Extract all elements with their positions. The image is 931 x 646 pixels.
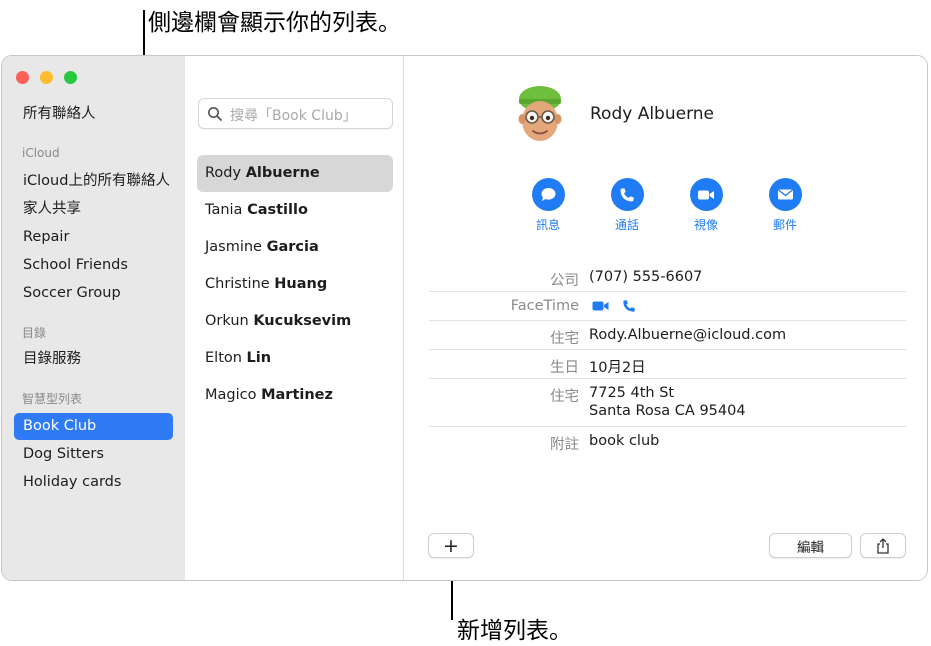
video-button[interactable]: 視像 [681,178,731,233]
sidebar-item-all-contacts[interactable]: 所有聯絡人 [14,101,173,128]
sidebar-item-directory-services[interactable]: 目錄服務 [14,346,173,373]
video-icon [698,190,714,199]
field-value-email[interactable]: Rody.Albuerne@icloud.com [589,327,786,343]
search-placeholder: 搜尋「Book Club」 [230,108,357,124]
message-button[interactable]: 訊息 [523,178,573,233]
call-label: 通話 [614,218,639,232]
contact-row[interactable]: Jasmine Garcia [197,229,393,266]
contact-detail-pane: Rody Albuerne 訊息 通話 視像 郵件 公司 (707) 555-6… [405,56,927,580]
zoom-window-button[interactable] [64,71,77,84]
field-label-note: 附註 [550,437,579,453]
field-value-note: book club [589,433,660,449]
divider [429,426,906,427]
contact-row[interactable]: Elton Lin [197,340,393,377]
close-window-button[interactable] [16,71,29,84]
contact-row[interactable]: Tania Castillo [197,192,393,229]
sidebar-item-holiday-cards[interactable]: Holiday cards [14,469,173,496]
sidebar-item-icloud-all[interactable]: iCloud上的所有聯絡人 [14,168,173,195]
field-label-home-email: 住宅 [550,331,579,347]
facetime-audio-icon[interactable] [622,299,636,313]
divider [429,349,906,350]
field-value-phone[interactable]: (707) 555-6607 [589,269,702,285]
minimize-window-button[interactable] [40,71,53,84]
field-label-birthday: 生日 [550,360,579,376]
avatar[interactable] [513,85,567,145]
call-button[interactable]: 通話 [602,178,652,233]
edit-button[interactable]: 編輯 [769,533,852,558]
contact-row[interactable]: Magico Martinez [197,377,393,414]
sidebar-header-directory: 目錄 [22,326,47,340]
divider [429,291,906,292]
contact-list-pane: 搜尋「Book Club」 Rody Albuerne Tania Castil… [185,56,404,580]
phone-icon [620,188,634,201]
sidebar-item-dog-sitters[interactable]: Dog Sitters [14,441,173,468]
mail-button[interactable]: 郵件 [760,178,810,233]
contact-row[interactable]: Orkun Kucuksevim [197,303,393,340]
facetime-video-icon[interactable] [591,299,610,313]
message-label: 訊息 [535,218,560,232]
sidebar-item-soccer-group[interactable]: Soccer Group [14,280,173,307]
field-label-company: 公司 [550,273,579,289]
sidebar-item-family-sharing[interactable]: 家人共享 [14,196,173,223]
sidebar-item-book-club[interactable]: Book Club [14,413,173,440]
sidebar-header-icloud: iCloud [22,146,60,160]
mail-label: 郵件 [772,218,797,232]
contacts-window: 所有聯絡人 iCloud iCloud上的所有聯絡人 家人共享 Repair S… [1,55,928,581]
add-list-callout: 新增列表。 [457,618,572,644]
contact-row[interactable]: Christine Huang [197,266,393,303]
contact-name: Rody Albuerne [590,104,715,124]
divider [429,320,906,321]
search-icon [208,107,222,121]
sidebar-item-school-friends[interactable]: School Friends [14,252,173,279]
sidebar-header-smart-lists: 智慧型列表 [22,392,83,406]
video-label: 視像 [693,218,718,232]
add-list-button[interactable]: + [428,533,474,558]
contact-row[interactable]: Rody Albuerne [197,155,393,192]
share-button[interactable] [860,533,906,558]
field-label-facetime: FaceTime [510,298,579,314]
mail-icon [777,189,793,200]
search-field[interactable]: 搜尋「Book Club」 [198,98,393,129]
field-label-home-address: 住宅 [550,389,579,405]
share-icon [877,537,889,554]
field-value-address-line1[interactable]: 7725 4th St [589,385,674,401]
field-value-birthday: 10月2日 [589,360,646,376]
divider [429,378,906,379]
message-icon [541,188,555,201]
sidebar-item-repair[interactable]: Repair [14,224,173,251]
sidebar: 所有聯絡人 iCloud iCloud上的所有聯絡人 家人共享 Repair S… [2,56,185,580]
field-value-address-line2[interactable]: Santa Rosa CA 95404 [589,403,746,419]
sidebar-callout: 側邊欄會顯示你的列表。 [148,10,401,36]
